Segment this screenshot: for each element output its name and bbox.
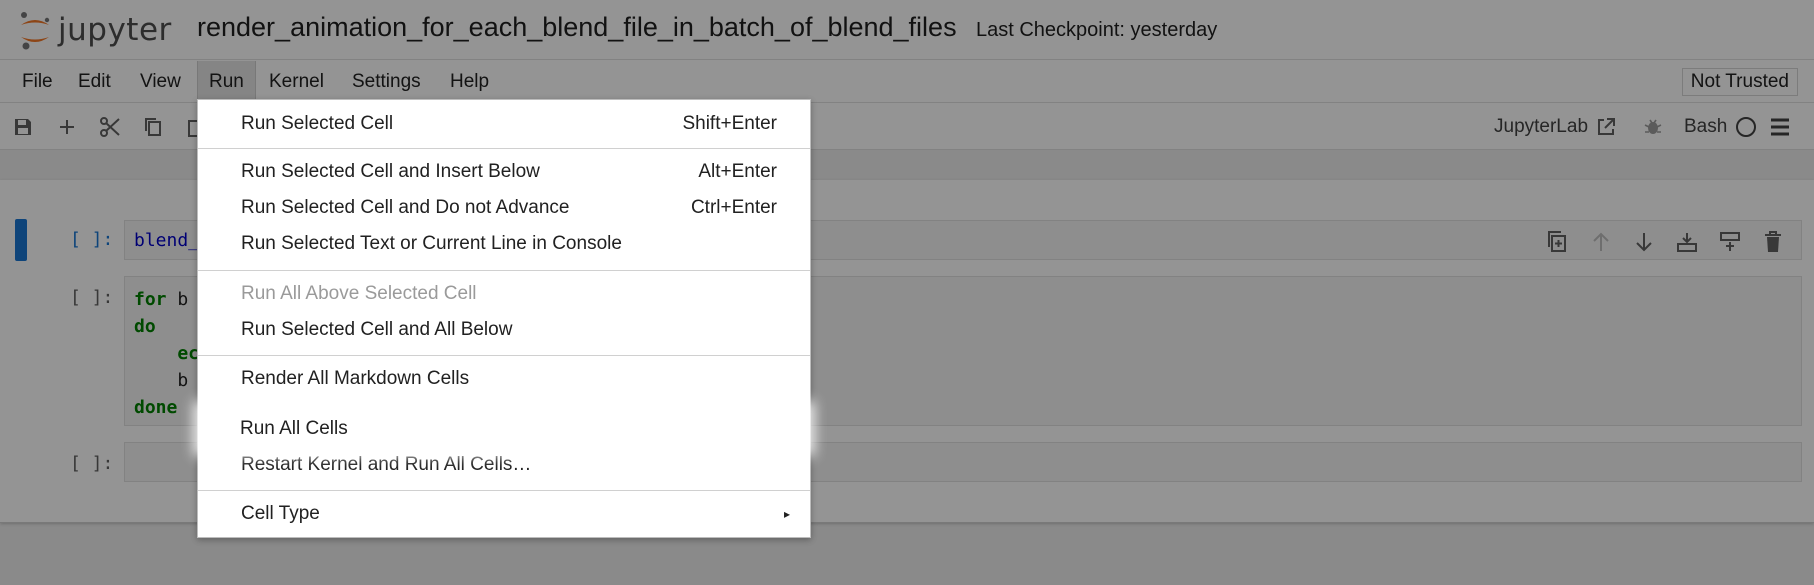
menu-item-run-in-console[interactable]: Run Selected Text or Current Line in Con… [198, 227, 810, 261]
submenu-arrow-icon: ▸ [783, 507, 790, 521]
menu-item-run-all-above: Run All Above Selected Cell [198, 277, 810, 311]
menu-item-label: Render All Markdown Cells [241, 368, 470, 389]
menu-item-label: Run Selected Cell [241, 113, 394, 134]
menu-item-label: Restart Kernel and Run All Cells… [241, 454, 532, 475]
menu-item-run-all-below[interactable]: Run Selected Cell and All Below [198, 313, 810, 347]
menu-item-label: Run All Above Selected Cell [241, 283, 477, 304]
menu-separator [198, 148, 810, 149]
menu-separator [198, 490, 810, 491]
menu-item-shortcut: Alt+Enter [698, 161, 777, 182]
menu-item-label: Run Selected Text or Current Line in Con… [241, 233, 622, 254]
menu-item-render-markdown[interactable]: Render All Markdown Cells [198, 362, 810, 396]
menu-separator [198, 270, 810, 271]
menu-item-run-do-not-advance[interactable]: Run Selected Cell and Do not Advance Ctr… [198, 191, 810, 225]
menu-item-label: Cell Type [241, 503, 320, 524]
menu-item-run-selected-cell[interactable]: Run Selected Cell Shift+Enter [198, 107, 810, 141]
menu-item-label: Run Selected Cell and Insert Below [241, 161, 540, 182]
menu-item-shortcut: Ctrl+Enter [690, 197, 777, 218]
menu-item-label: Run Selected Cell and Do not Advance [241, 197, 570, 218]
run-menu-dropdown: Run Selected Cell Shift+Enter Run Select… [197, 99, 811, 538]
menu-item-label: Run Selected Cell and All Below [241, 319, 513, 340]
menu-item-cell-type[interactable]: Cell Type ▸ [198, 497, 810, 531]
menu-item-run-and-insert-below[interactable]: Run Selected Cell and Insert Below Alt+E… [198, 155, 810, 189]
menu-separator [198, 355, 810, 356]
menu-item-restart-run-all[interactable]: Restart Kernel and Run All Cells… [198, 448, 810, 482]
menu-item-run-all-cells[interactable]: Run All Cells [198, 405, 810, 452]
menu-item-shortcut: Shift+Enter [682, 113, 777, 134]
menu-item-label: Run All Cells [240, 418, 348, 439]
